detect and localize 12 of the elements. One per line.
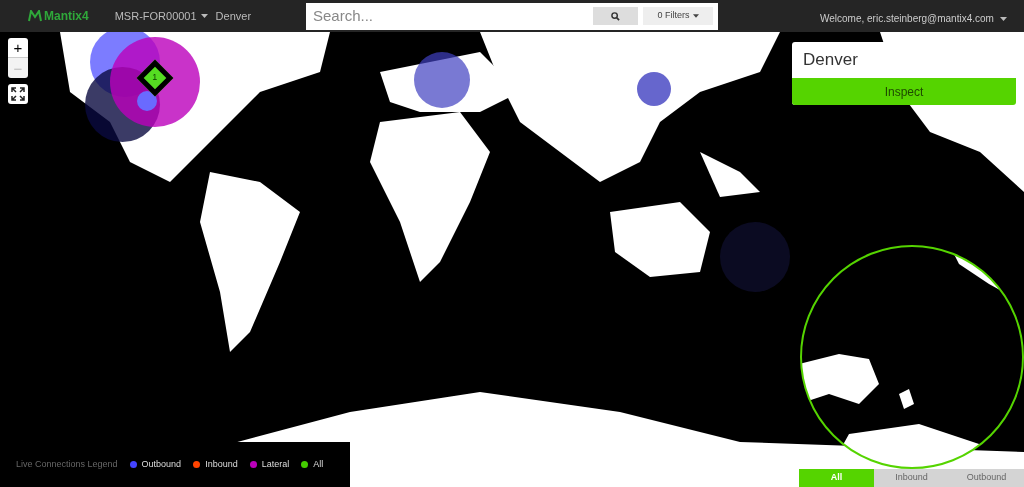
search-icon: [611, 11, 620, 21]
user-menu[interactable]: Welcome, eric.steinberg@mantix4.com: [820, 11, 1007, 26]
search-field[interactable]: Search... 0 Filters: [306, 3, 718, 30]
filters-button[interactable]: 0 Filters: [643, 7, 713, 25]
location-label: Denver: [215, 8, 252, 24]
caret-icon: [999, 16, 1007, 21]
search-button[interactable]: [593, 7, 638, 25]
caret-icon: [200, 14, 208, 18]
sensor-dropdown[interactable]: MSR-FOR00001: [114, 7, 208, 25]
caret-icon: [692, 14, 699, 18]
logo: Mantix4: [44, 8, 89, 25]
logo-icon: [28, 10, 42, 22]
